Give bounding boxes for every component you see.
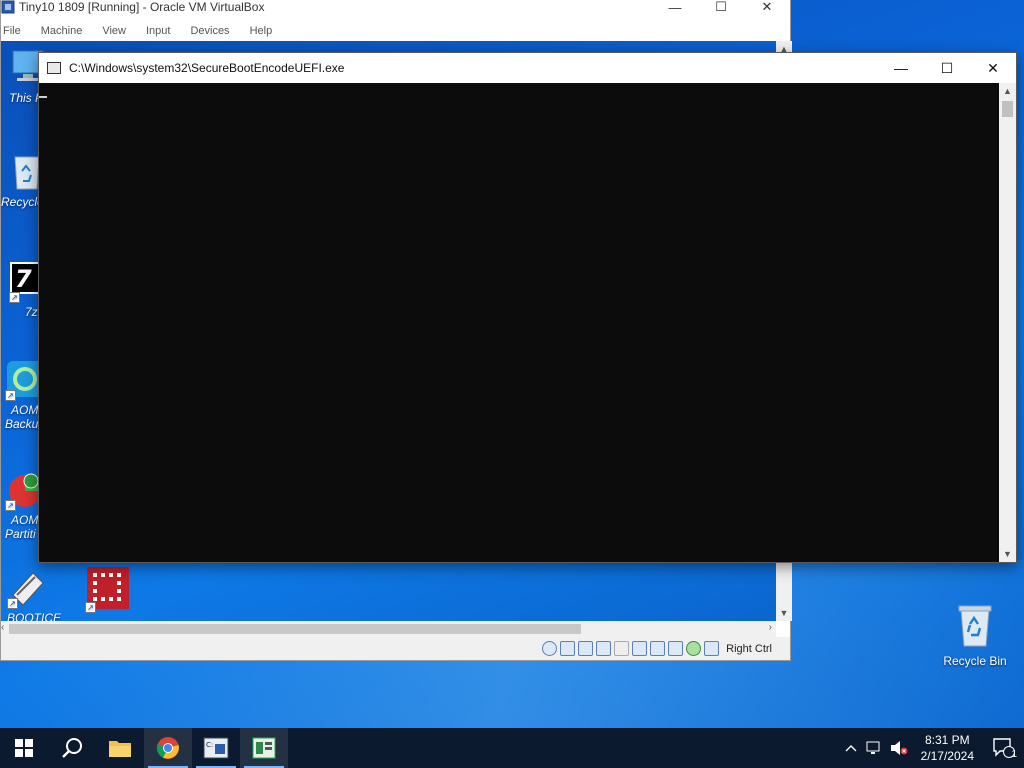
console-scrollbar[interactable]: ▲ ▼ [999,83,1016,562]
console-maximize-button[interactable]: ☐ [924,53,970,83]
menu-file[interactable]: File [1,25,23,37]
console-close-button[interactable]: ✕ [970,53,1016,83]
host-recycle-bin[interactable]: Recycle Bin [935,602,1015,668]
console-title: C:\Windows\system32\SecureBootEncodeUEFI… [69,61,345,75]
scroll-left-icon[interactable]: ‹ [1,622,4,633]
clock-date: 2/17/2024 [920,749,974,763]
guest-icon-label: BOOTICE [7,611,62,621]
network-icon[interactable] [578,641,594,656]
system-tray: 8:31 PM 2/17/2024 1 [839,728,1024,768]
keyboard-capture-icon[interactable] [704,641,720,656]
search-button[interactable] [48,728,96,768]
vbox-menubar: File Machine View Input Devices Help [1,21,790,41]
vbox-minimize-button[interactable]: — [652,0,698,17]
shortcut-arrow-icon: ↗ [9,292,20,303]
windows-logo-icon [15,739,33,757]
scroll-up-icon[interactable]: ▲ [999,83,1016,99]
volume-muted-icon [890,741,908,755]
vbox-maximize-button[interactable]: ☐ [698,0,744,17]
svg-text:C:: C: [206,741,213,749]
bootice-icon: ↗ [7,567,47,609]
shortcut-arrow-icon: ↗ [85,602,96,613]
red-app-icon: ↗ [85,565,131,613]
search-icon [62,738,82,758]
cpu-z-button[interactable]: C: [192,728,240,768]
console-output[interactable] [39,83,1000,562]
cpu-icon: C: [203,737,229,759]
vbox-statusbar: Right Ctrl [1,637,790,660]
clock-time: 8:31 PM [924,733,970,747]
menu-machine[interactable]: Machine [39,25,85,37]
vbox-titlebar[interactable]: Tiny10 1809 [Running] - Oracle VM Virtua… [1,0,790,17]
network-tray-button[interactable] [863,728,887,768]
menu-view[interactable]: View [100,25,128,37]
host-recycle-bin-label: Recycle Bin [943,654,1007,668]
chevron-up-icon [845,745,857,752]
taskbar: C: 8:31 PM 2/17/2024 1 [0,728,1024,768]
clock[interactable]: 8:31 PM 2/17/2024 [911,732,984,764]
console-titlebar[interactable]: C:\Windows\system32\SecureBootEncodeUEFI… [39,53,1016,83]
scroll-thumb[interactable] [9,624,581,634]
guest-icon-bootice[interactable]: ↗ BOOTICE [7,567,77,621]
notification-count: 1 [1011,749,1017,760]
usb-icon[interactable] [596,641,612,656]
host-key-label: Right Ctrl [726,642,772,655]
menu-input[interactable]: Input [144,25,172,37]
guest-additions-icon[interactable] [686,641,702,656]
shortcut-arrow-icon: ↗ [7,598,18,609]
chrome-button[interactable] [144,728,192,768]
scroll-thumb[interactable] [1002,101,1013,117]
virtualbox-taskbar-button[interactable] [240,728,288,768]
audio-icon[interactable] [560,641,576,656]
folder-icon [109,741,131,757]
console-window[interactable]: C:\Windows\system32\SecureBootEncodeUEFI… [38,52,1017,563]
menu-devices[interactable]: Devices [188,25,231,37]
action-center-button[interactable]: 1 [984,728,1024,768]
text-cursor [39,96,47,98]
start-button[interactable] [0,728,48,768]
scroll-down-icon[interactable]: ▼ [999,546,1016,562]
shortcut-arrow-icon: ↗ [5,500,16,511]
scroll-right-icon[interactable]: › [769,622,772,633]
console-minimize-button[interactable]: — [878,53,924,83]
scroll-down-icon[interactable]: ▼ [776,605,792,621]
guest-icon-red-app[interactable]: ↗ [85,565,155,615]
display-icon[interactable] [632,641,648,656]
network-icon [866,741,880,754]
show-hidden-icons-button[interactable] [839,728,863,768]
virtualbox-icon [1,0,15,14]
shortcut-arrow-icon: ↗ [5,390,16,401]
optical-drive-icon[interactable] [542,641,558,656]
video-capture-icon[interactable] [650,641,666,656]
vbox-close-button[interactable]: ✕ [744,0,790,17]
file-explorer-button[interactable] [96,728,144,768]
virtualization-icon[interactable] [668,641,684,656]
menu-help[interactable]: Help [248,25,275,37]
recycle-bin-icon [953,602,997,648]
virtualbox-icon [252,737,276,759]
chrome-icon [156,737,179,759]
console-app-icon [47,62,61,74]
svg-text:7: 7 [15,265,32,293]
vbox-title: Tiny10 1809 [Running] - Oracle VM Virtua… [19,0,265,14]
shared-folders-icon[interactable] [614,641,630,656]
volume-tray-button[interactable] [887,728,911,768]
vm-horizontal-scrollbar[interactable]: ‹ › [1,621,776,637]
